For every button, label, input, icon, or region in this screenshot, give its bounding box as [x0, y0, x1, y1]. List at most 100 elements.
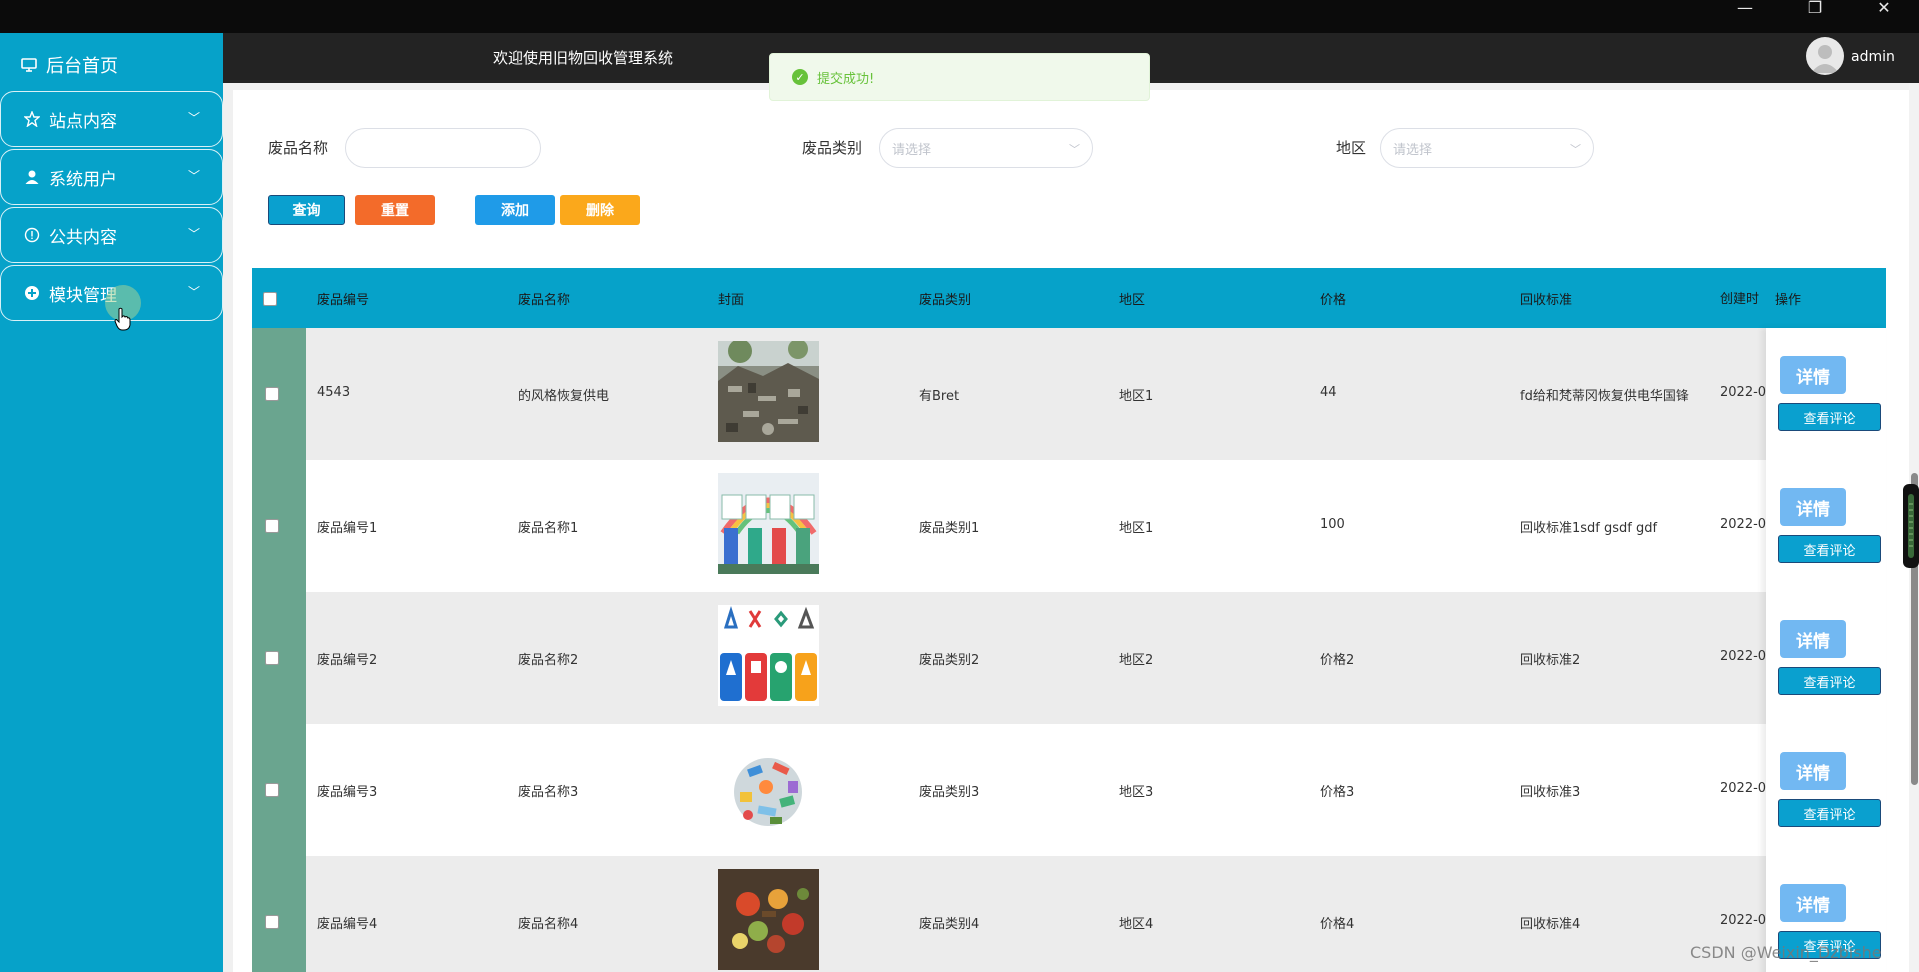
cell-standard: 回收标准4: [1520, 917, 1581, 932]
header-created: 创建时: [1720, 292, 1760, 307]
detail-button[interactable]: 详情: [1780, 356, 1846, 394]
recycling-symbols-image: [718, 605, 819, 706]
chevron-down-icon: ﹀: [187, 169, 200, 183]
chevron-down-icon: ﹀: [187, 285, 200, 299]
sidebar-item-home[interactable]: 后台首页: [0, 43, 223, 87]
view-comments-button[interactable]: 查看评论: [1778, 403, 1881, 431]
row-select-cell: [252, 856, 306, 972]
row-checkbox[interactable]: [265, 783, 279, 797]
cell-code: 4543: [317, 385, 351, 400]
header-region: 地区: [1119, 293, 1146, 308]
cell-created: 2022-0: [1720, 385, 1766, 400]
cell-region: 地区1: [1119, 521, 1154, 536]
scrollbar-grip[interactable]: [1903, 484, 1919, 568]
row-select-cell: [252, 328, 306, 460]
name-label: 废品名称: [268, 139, 329, 157]
sidebar-item-label: 站点内容: [49, 111, 117, 132]
detail-button[interactable]: 详情: [1780, 488, 1846, 526]
cell-price: 价格4: [1320, 917, 1355, 932]
header-category: 废品类别: [919, 293, 972, 308]
delete-button[interactable]: 删除: [560, 195, 640, 225]
table-row: 废品编号1 废品名称1 废品类别1 地区1 100 回收标准1sdf gsdf …: [252, 460, 1886, 592]
header-price: 价格: [1320, 293, 1347, 308]
cell-standard: 回收标准1sdf gsdf gdf: [1520, 521, 1658, 536]
plus-circle-icon: [23, 284, 41, 302]
view-comments-button[interactable]: 查看评论: [1778, 535, 1881, 563]
minimize-button[interactable]: —: [1722, 0, 1768, 18]
region-select[interactable]: 请选择 ﹀: [1380, 128, 1594, 168]
detail-button[interactable]: 详情: [1780, 884, 1846, 922]
success-toast: ✓ 提交成功!: [769, 53, 1150, 101]
actions-column: 详情 查看评论 详情 查看评论 详情 查看评论 详情 查看评论 详情 查看评论: [1766, 328, 1886, 972]
sidebar: 后台首页 站点内容 ﹀ 系统用户 ﹀ 公共内容 ﹀ 模块管理 ﹀: [0, 33, 223, 972]
user-icon: [23, 168, 41, 186]
category-label: 废品类别: [802, 139, 863, 157]
sidebar-item-site-content[interactable]: 站点内容 ﹀: [0, 91, 223, 147]
add-button[interactable]: 添加: [475, 195, 555, 225]
table-row: 废品编号3 废品名称3 废品类别3 地区3 价格3 回收标准3 2022-0: [252, 724, 1886, 856]
row-checkbox[interactable]: [265, 519, 279, 533]
cell-category: 废品类别2: [919, 653, 980, 668]
cell-name: 废品名称3: [518, 785, 579, 800]
cell-code: 废品编号2: [317, 653, 378, 668]
cell-category: 有Bret: [919, 389, 960, 404]
view-comments-button[interactable]: 查看评论: [1778, 799, 1881, 827]
sidebar-item-public-content[interactable]: 公共内容 ﹀: [0, 207, 223, 263]
cell-standard: 回收标准2: [1520, 653, 1581, 668]
table-row: 废品编号4 废品名称4 废品类别4 地区4 价格4 回收标准4 2022-0: [252, 856, 1886, 972]
region-label: 地区: [1336, 139, 1367, 157]
category-placeholder: 请选择: [892, 142, 932, 158]
table-row: 废品编号2 废品名称2 废品类别2 地区2 价格2 回收标准2 2022-0: [252, 592, 1886, 724]
category-select[interactable]: 请选择 ﹀: [879, 128, 1093, 168]
cell-price: 44: [1320, 385, 1337, 400]
cell-region: 地区2: [1119, 653, 1154, 668]
restore-button[interactable]: ❐: [1792, 0, 1838, 18]
recycling-bins-image: [718, 473, 819, 574]
name-input[interactable]: [345, 128, 541, 168]
table-header: 废品编号 废品名称 封面 废品类别 地区 价格 回收标准 创建时 操作: [252, 268, 1886, 328]
detail-button[interactable]: 详情: [1780, 752, 1846, 790]
cell-created: 2022-0: [1720, 517, 1766, 532]
sidebar-home-label: 后台首页: [46, 56, 118, 77]
food-waste-image: [718, 869, 819, 970]
chevron-down-icon: ﹀: [187, 227, 200, 241]
chevron-down-icon: ﹀: [187, 111, 200, 125]
trash-heap-image: [718, 737, 819, 838]
chevron-down-icon: ﹀: [1069, 143, 1080, 156]
row-select-cell: [252, 460, 306, 592]
cell-category: 废品类别4: [919, 917, 980, 932]
reset-button[interactable]: 重置: [355, 195, 435, 225]
cell-created: 2022-0: [1720, 781, 1766, 796]
username[interactable]: admin: [1851, 49, 1895, 65]
watermark: CSDN @Weixin_Dzbishe: [1690, 943, 1882, 962]
window-title-bar: — ❐ ✕: [0, 0, 1919, 33]
row-select-cell: [252, 724, 306, 856]
row-checkbox[interactable]: [265, 651, 279, 665]
cell-created: 2022-0: [1720, 913, 1766, 928]
view-comments-button[interactable]: 查看评论: [1778, 667, 1881, 695]
header-name: 废品名称: [518, 293, 571, 308]
select-all-checkbox[interactable]: [263, 292, 277, 306]
header-code: 废品编号: [317, 293, 370, 308]
sidebar-item-system-users[interactable]: 系统用户 ﹀: [0, 149, 223, 205]
row-checkbox[interactable]: [265, 915, 279, 929]
cell-code: 废品编号1: [317, 521, 378, 536]
cell-code: 废品编号3: [317, 785, 378, 800]
hand-cursor-icon: [114, 307, 132, 331]
detail-button[interactable]: 详情: [1780, 620, 1846, 658]
sidebar-item-label: 公共内容: [49, 227, 117, 248]
query-button[interactable]: 查询: [268, 195, 345, 225]
chevron-down-icon: ﹀: [1570, 143, 1581, 156]
avatar[interactable]: [1806, 37, 1844, 75]
cell-price: 价格2: [1320, 653, 1355, 668]
row-select-cell: [252, 592, 306, 724]
cell-region: 地区1: [1119, 389, 1154, 404]
close-button[interactable]: ✕: [1861, 0, 1907, 18]
cell-region: 地区4: [1119, 917, 1154, 932]
cell-name: 废品名称4: [518, 917, 579, 932]
row-checkbox[interactable]: [265, 387, 279, 401]
cell-standard: 回收标准3: [1520, 785, 1581, 800]
app-window: { "window": { "minimize": "—", "restore"…: [0, 0, 1919, 972]
header-cover: 封面: [718, 293, 745, 308]
sidebar-item-label: 系统用户: [49, 169, 117, 190]
